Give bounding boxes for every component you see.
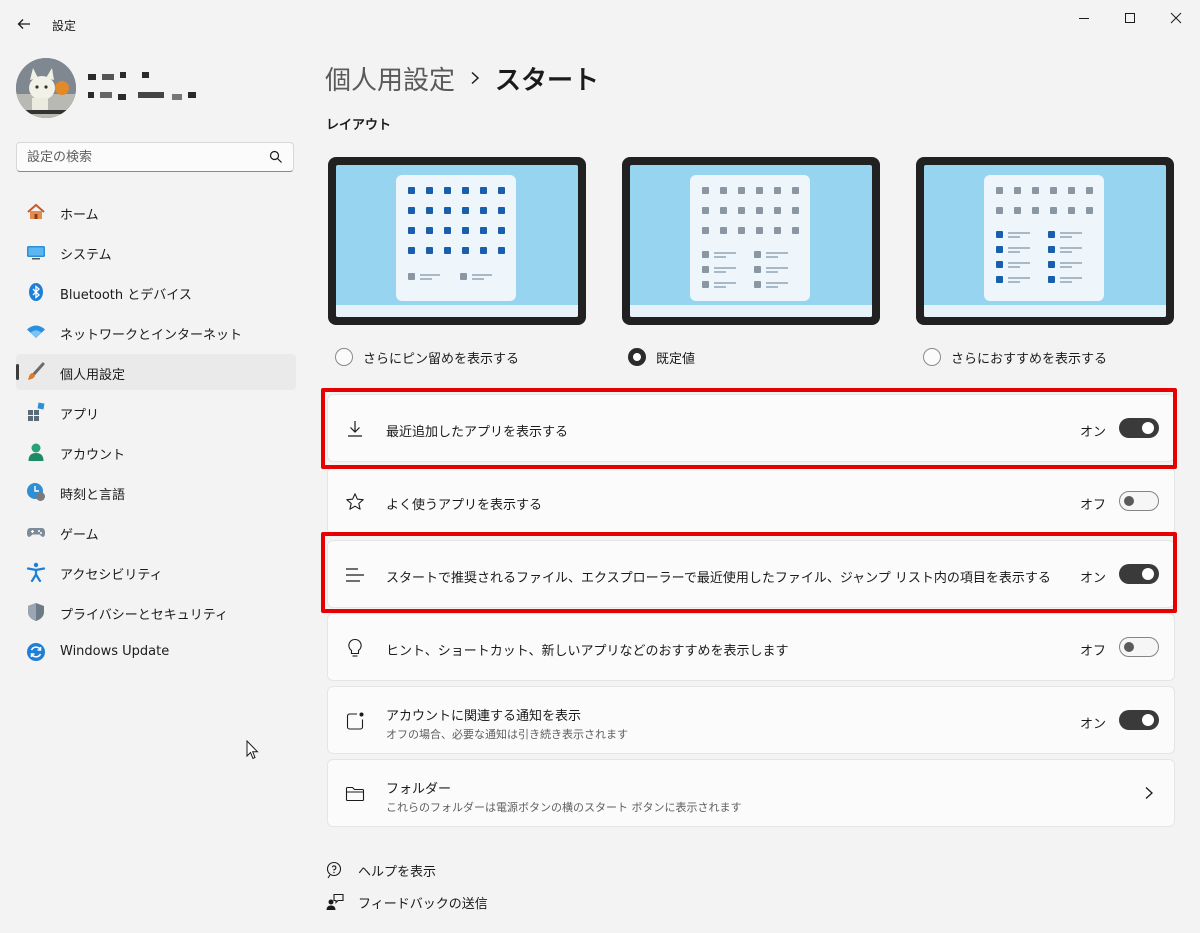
clock-globe-icon — [27, 483, 45, 501]
sidebar-item-home[interactable]: ホーム — [16, 194, 296, 230]
help-chat-icon — [326, 861, 342, 879]
sidebar-item-network[interactable]: ネットワークとインターネット — [16, 314, 296, 350]
setting-recommended-files: スタートで推奨されるファイル、エクスプローラーで最近使用したファイル、ジャンプ … — [327, 540, 1175, 608]
blurred-user-name — [88, 74, 96, 80]
mouse-cursor-icon — [246, 740, 259, 760]
radio-default[interactable]: 既定値 — [628, 346, 695, 368]
settings-search-box[interactable] — [16, 142, 294, 172]
setting-folders[interactable]: フォルダー これらのフォルダーは電源ボタンの横のスタート ボタンに表示されます — [327, 759, 1175, 827]
start-menu-preview — [396, 175, 516, 301]
setting-most-used-apps: よく使うアプリを表示する オフ — [327, 467, 1175, 535]
search-icon[interactable] — [269, 150, 283, 164]
start-menu-preview — [984, 175, 1104, 301]
chevron-right-icon[interactable] — [1142, 785, 1156, 801]
toggle-state-text: オン — [1079, 425, 1106, 440]
sidebar-item-privacy[interactable]: プライバシーとセキュリティ — [16, 594, 296, 630]
breadcrumb-parent[interactable]: 個人用設定 — [325, 60, 455, 97]
notification-badge-icon — [346, 712, 364, 730]
setting-tips-recommendations: ヒント、ショートカット、新しいアプリなどのおすすめを表示します オフ — [327, 613, 1175, 681]
wifi-icon — [27, 325, 45, 338]
page-title: スタート — [495, 65, 600, 96]
home-icon — [27, 203, 45, 219]
app-title: 設定 — [52, 19, 77, 33]
sidebar-item-label: ホーム — [60, 208, 99, 223]
back-button[interactable] — [14, 14, 34, 34]
breadcrumb: 個人用設定 スタート — [325, 58, 599, 98]
bluetooth-icon — [29, 283, 43, 301]
search-input[interactable] — [27, 143, 267, 171]
maximize-button[interactable] — [1107, 8, 1153, 28]
sidebar-item-accessibility[interactable]: アクセシビリティ — [16, 554, 296, 590]
section-title-layout: レイアウト — [326, 118, 392, 133]
title-bar: 設定 — [0, 0, 1200, 48]
start-menu-preview — [690, 175, 810, 301]
radio-more-pins[interactable]: さらにピン留めを表示する — [335, 346, 519, 368]
toggle-state-text: オフ — [1079, 644, 1106, 659]
person-icon — [28, 443, 44, 461]
folder-icon — [345, 786, 365, 802]
toggle-account-notifications[interactable] — [1119, 710, 1159, 730]
close-icon — [1170, 12, 1182, 24]
lightbulb-icon — [348, 638, 362, 657]
help-link[interactable]: ヘルプを表示 — [326, 859, 436, 881]
setting-recently-added-apps: 最近追加したアプリを表示する オン — [327, 394, 1175, 462]
sidebar-item-apps[interactable]: アプリ — [16, 394, 296, 430]
accessibility-icon — [26, 562, 46, 582]
sidebar-item-time-language[interactable]: 時刻と言語 — [16, 474, 296, 510]
toggle-recommended-files[interactable] — [1119, 564, 1159, 584]
toggle-most-used-apps[interactable] — [1119, 491, 1159, 511]
toggle-state-text: オフ — [1079, 498, 1106, 513]
minimize-icon — [1079, 18, 1089, 19]
shield-icon — [28, 603, 44, 621]
star-icon — [346, 493, 364, 510]
feedback-person-icon — [326, 893, 344, 910]
download-icon — [348, 421, 362, 437]
layout-preview-more-pins[interactable] — [328, 157, 586, 325]
close-button[interactable] — [1153, 8, 1199, 28]
back-arrow-icon — [17, 19, 30, 29]
breadcrumb-chevron-icon — [469, 71, 481, 85]
list-lines-icon — [346, 568, 364, 582]
sidebar-item-accounts[interactable]: アカウント — [16, 434, 296, 470]
toggle-recently-added-apps[interactable] — [1119, 418, 1159, 438]
layout-preview-default[interactable] — [622, 157, 880, 325]
sidebar-item-bluetooth[interactable]: Bluetooth とデバイス — [16, 274, 296, 310]
sidebar-item-system[interactable]: システム — [16, 234, 296, 270]
feedback-link[interactable]: フィードバックの送信 — [326, 891, 488, 913]
sidebar-item-gaming[interactable]: ゲーム — [16, 514, 296, 550]
radio-button[interactable] — [923, 348, 941, 366]
radio-more-recommendations[interactable]: さらにおすすめを表示する — [923, 346, 1107, 368]
toggle-state-text: オン — [1079, 571, 1106, 586]
apps-icon — [28, 402, 45, 421]
avatar — [16, 58, 76, 118]
sidebar-item-personalization[interactable]: 個人用設定 — [16, 354, 296, 390]
toggle-tips-recommendations[interactable] — [1119, 637, 1159, 657]
paintbrush-icon — [28, 362, 45, 380]
minimize-button[interactable] — [1061, 8, 1107, 28]
toggle-state-text: オン — [1079, 717, 1106, 732]
radio-button-selected[interactable] — [628, 348, 646, 366]
monitor-icon — [27, 246, 45, 260]
gamepad-icon — [27, 528, 45, 537]
layout-preview-more-recommendations[interactable] — [916, 157, 1174, 325]
sync-icon — [27, 643, 45, 661]
setting-account-notifications: アカウントに関連する通知を表示 オフの場合、必要な通知は引き続き表示されます オ… — [327, 686, 1175, 754]
blurred-user-email — [88, 92, 94, 98]
maximize-icon — [1125, 13, 1135, 23]
sidebar-item-windows-update[interactable]: Windows Update — [16, 634, 296, 670]
radio-button[interactable] — [335, 348, 353, 366]
sidebar-nav: ホーム システム Bluetooth とデバイス ネットワークとインターネット … — [16, 194, 296, 674]
